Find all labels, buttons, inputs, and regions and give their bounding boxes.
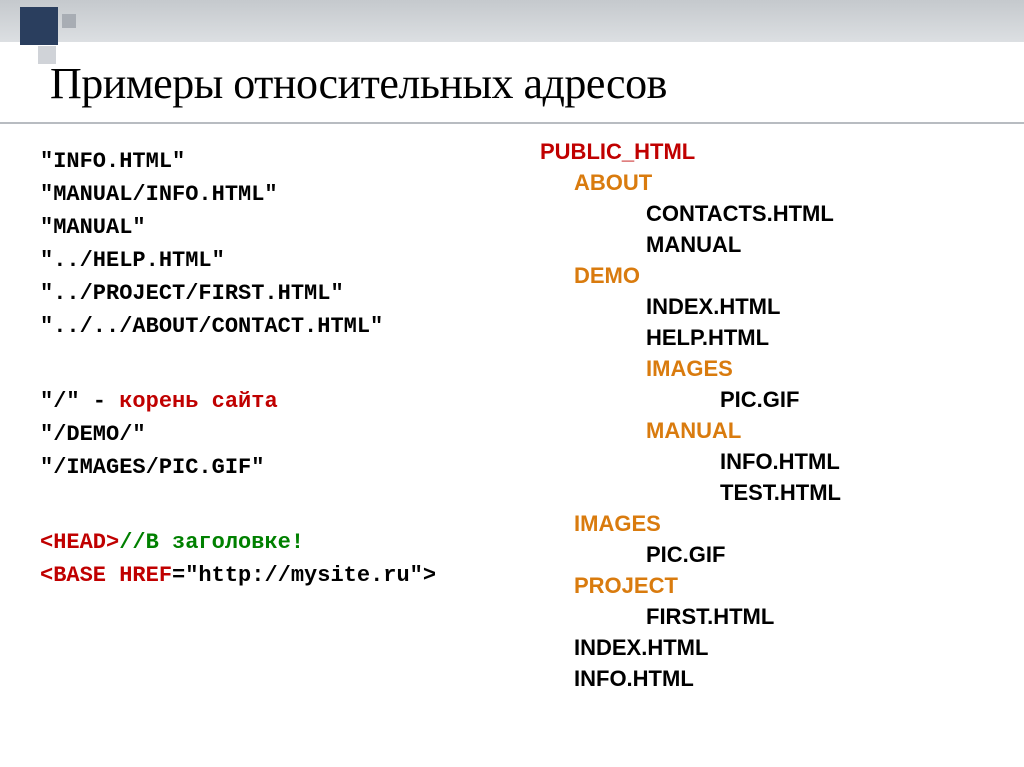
base-href-tag: <BASE HREF — [40, 563, 172, 588]
head-tag-line: <HEAD>//В заголовке! — [40, 526, 530, 559]
left-column: "INFO.HTML" "MANUAL/INFO.HTML" "MANUAL" … — [40, 145, 530, 592]
base-href-line: <BASE HREF="http://mysite.ru"> — [40, 559, 530, 592]
example-path-1: "INFO.HTML" — [40, 145, 530, 178]
tree-project: PROJECT — [540, 570, 990, 601]
tree-contacts: CONTACTS.HTML — [540, 198, 990, 229]
tree-first: FIRST.HTML — [540, 601, 990, 632]
root-example-3: "/IMAGES/PIC.GIF" — [40, 451, 530, 484]
tree-manual-1: MANUAL — [540, 229, 990, 260]
example-path-4: "../HELP.HTML" — [40, 244, 530, 277]
tree-test: TEST.HTML — [540, 477, 990, 508]
example-path-3: "MANUAL" — [40, 211, 530, 244]
example-path-2: "MANUAL/INFO.HTML" — [40, 178, 530, 211]
slide-title: Примеры относительных адресов — [50, 58, 667, 109]
root-example-1: "/" - корень сайта — [40, 385, 530, 418]
header-band — [0, 0, 1024, 42]
decorative-square-large — [20, 7, 58, 45]
example-path-5: "../PROJECT/FIRST.HTML" — [40, 277, 530, 310]
tree-info-1: INFO.HTML — [540, 446, 990, 477]
base-href-value: ="http://mysite.ru"> — [172, 563, 436, 588]
tree-info-2: INFO.HTML — [540, 663, 990, 694]
root-example-1-prefix: "/" - — [40, 389, 119, 414]
head-comment: //В заголовке! — [119, 530, 304, 555]
root-example-1-label: корень сайта — [119, 389, 277, 414]
head-tag: <HEAD> — [40, 530, 119, 555]
directory-tree: PUBLIC_HTML ABOUT CONTACTS.HTML MANUAL D… — [540, 136, 990, 694]
tree-index-2: INDEX.HTML — [540, 632, 990, 663]
tree-root: PUBLIC_HTML — [540, 136, 990, 167]
root-example-2: "/DEMO/" — [40, 418, 530, 451]
example-path-6: "../../ABOUT/CONTACT.HTML" — [40, 310, 530, 343]
tree-index: INDEX.HTML — [540, 291, 990, 322]
tree-about: ABOUT — [540, 167, 990, 198]
tree-images-2: IMAGES — [540, 508, 990, 539]
tree-manual-2: MANUAL — [540, 415, 990, 446]
tree-pic-2: PIC.GIF — [540, 539, 990, 570]
decorative-square-small-1 — [62, 14, 76, 28]
tree-help: HELP.HTML — [540, 322, 990, 353]
tree-demo: DEMO — [540, 260, 990, 291]
tree-pic-1: PIC.GIF — [540, 384, 990, 415]
tree-images-1: IMAGES — [540, 353, 990, 384]
title-divider — [0, 122, 1024, 124]
